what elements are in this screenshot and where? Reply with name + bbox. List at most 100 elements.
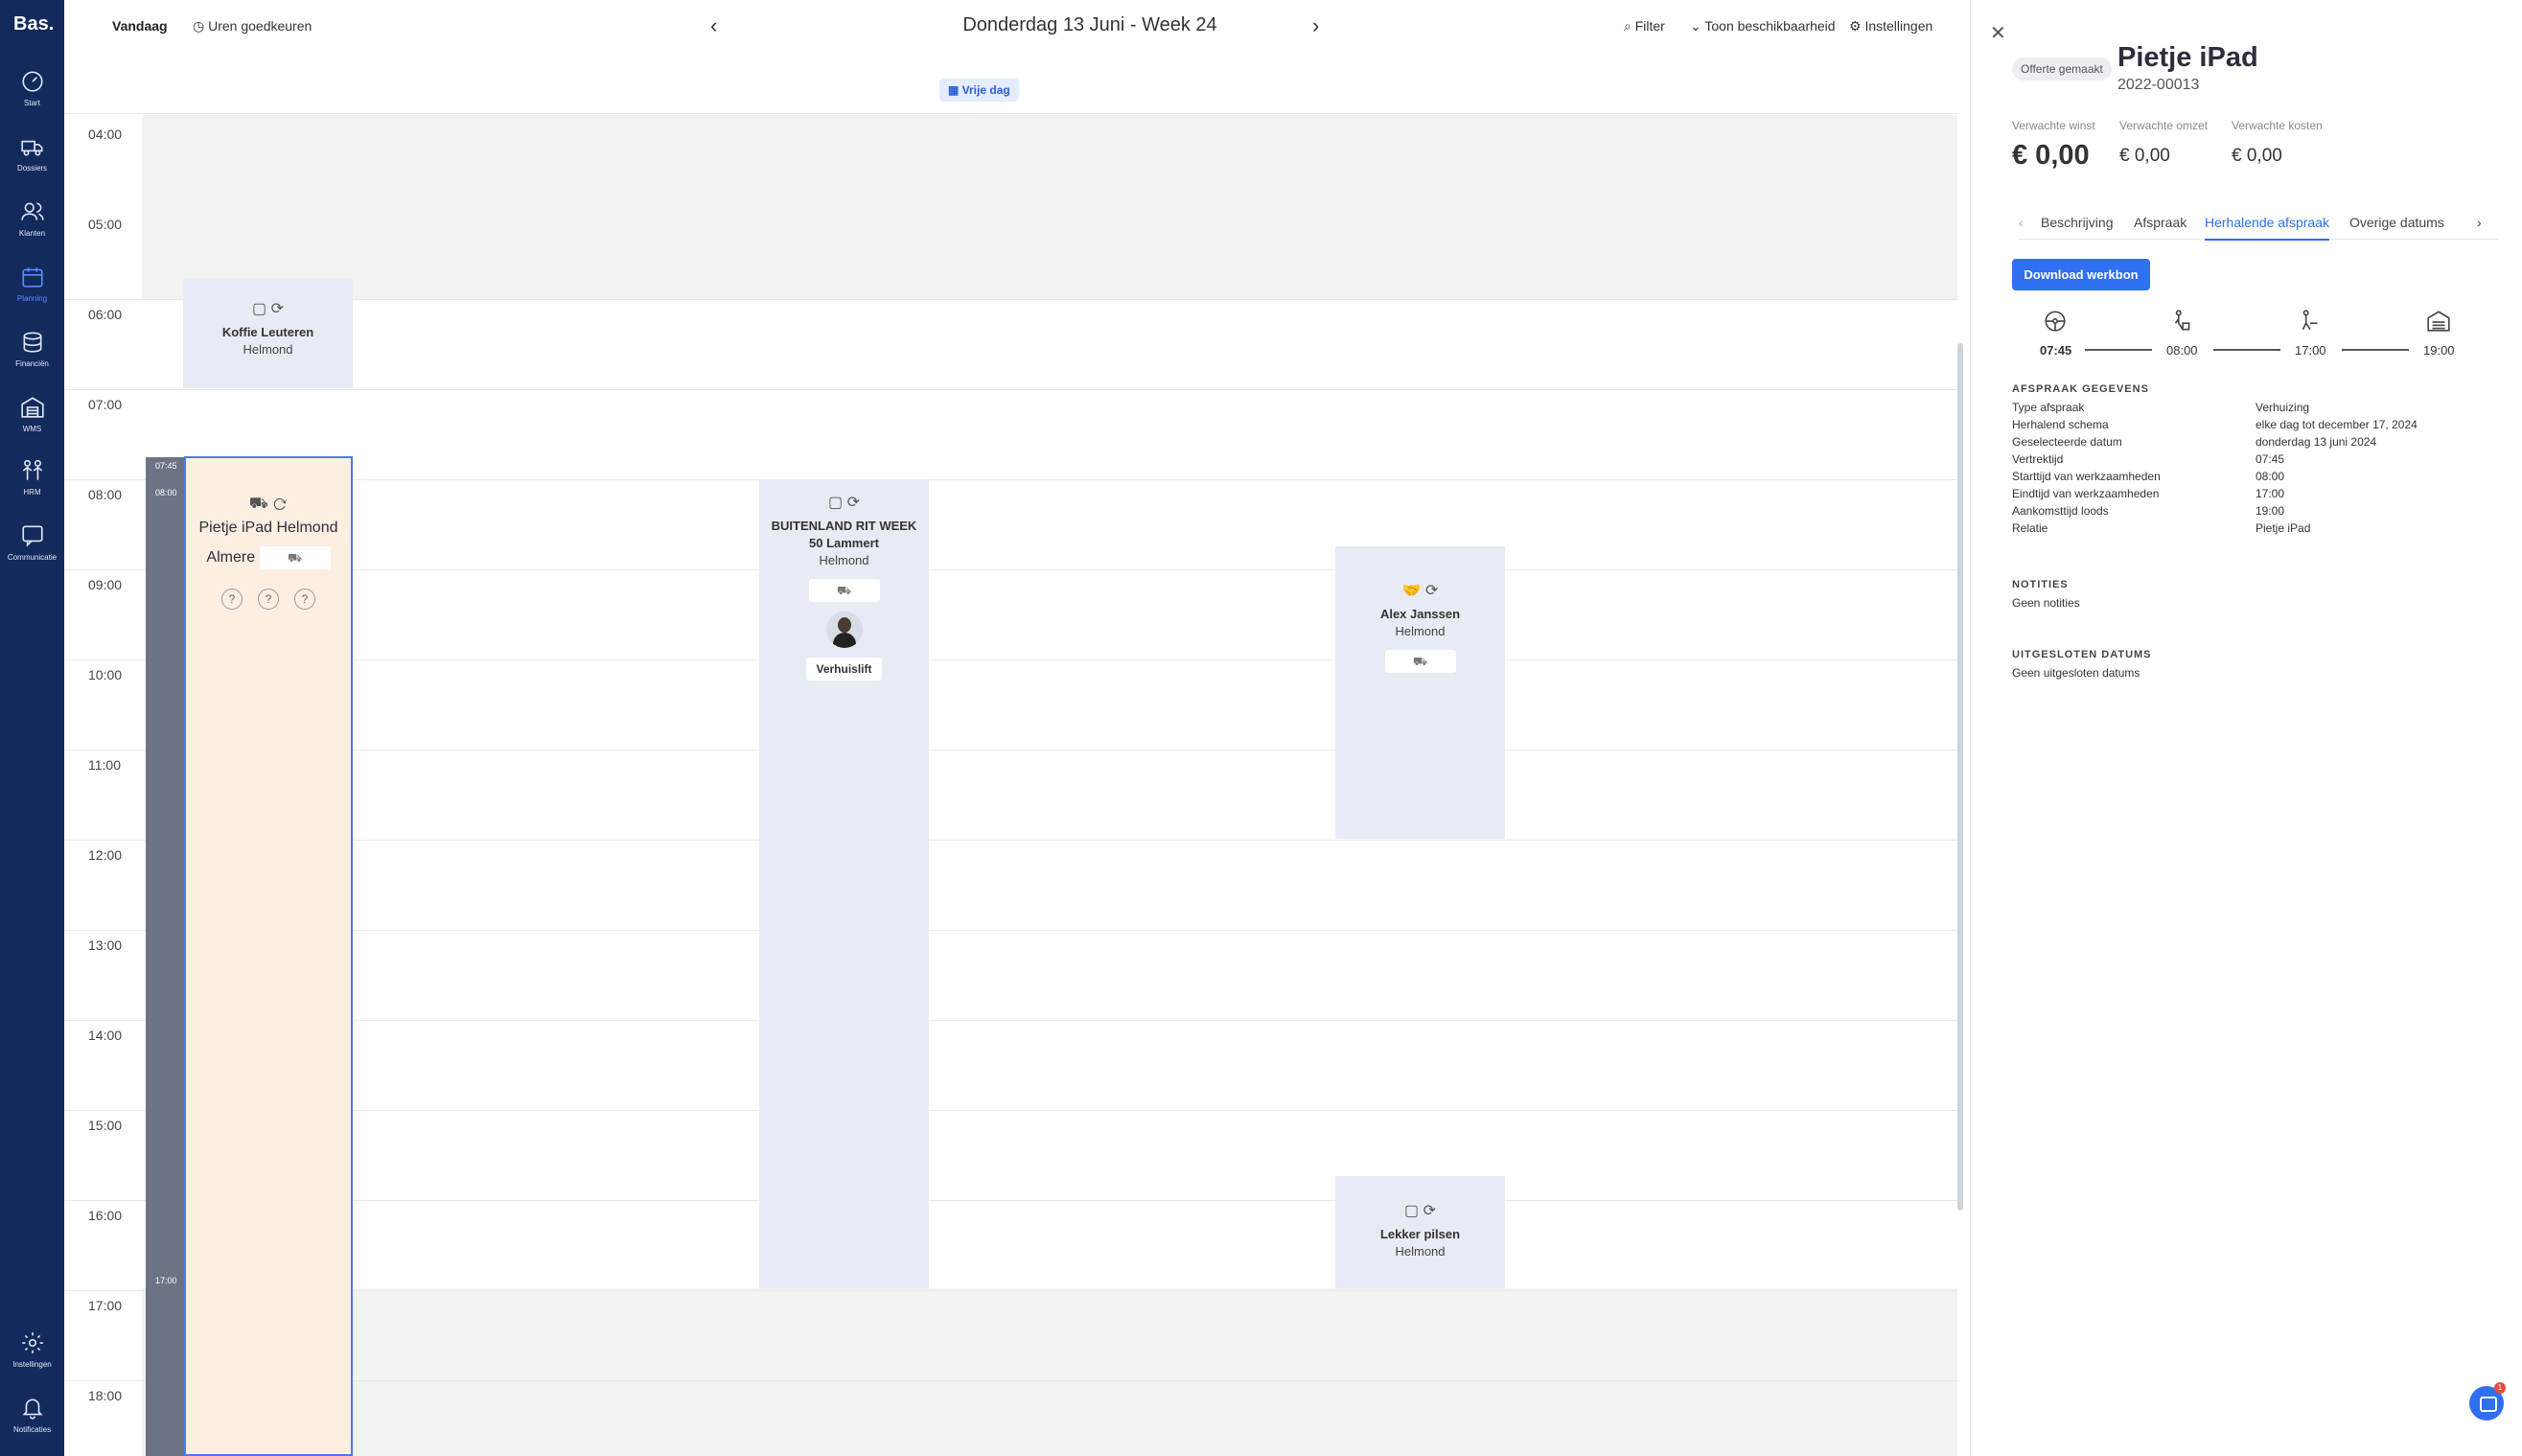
notes-value: Geen notities — [2012, 596, 2080, 610]
sidebar-item-communicatie[interactable]: Communicatie — [0, 523, 64, 562]
detail-value: Verhuizing — [2256, 401, 2310, 414]
sidebar-item-klanten[interactable]: Klanten — [0, 199, 64, 238]
warehouse-icon — [2427, 311, 2450, 332]
people-icon — [22, 459, 42, 480]
tab-beschrijving[interactable]: Beschrijving — [2041, 215, 2113, 230]
timeline-end: 17:00 — [2295, 343, 2326, 358]
event-title: Koffie Leuteren — [221, 325, 314, 339]
gauge-icon — [21, 71, 43, 92]
tab-overige-datums[interactable]: Overige datums — [2349, 215, 2444, 230]
truck-icon: ⛟ — [836, 584, 852, 597]
coins-icon — [23, 332, 41, 353]
planner-scrollbar[interactable] — [1957, 343, 1963, 1211]
hour-label: 04:00 — [88, 127, 123, 142]
app-logo[interactable]: Bas. — [13, 13, 54, 35]
hour-label: 13:00 — [88, 937, 123, 953]
availability-label: Toon beschikbaarheid — [1704, 18, 1836, 34]
sidebar-item-wms[interactable]: WMS — [0, 395, 64, 433]
previous-day-button[interactable]: ‹ — [710, 13, 717, 38]
hour-label: 07:00 — [88, 397, 123, 412]
sidebar-item-label: Dossiers — [16, 164, 48, 173]
event-lekker-pilsen[interactable]: ▢ ⟳ Lekker pilsen Helmond — [1335, 1176, 1505, 1288]
event-koffie-leuteren[interactable]: ▢ ⟳ Koffie Leuteren Helmond — [183, 278, 353, 388]
clock-icon: ◷ — [193, 18, 209, 34]
unassigned-staff-icon[interactable]: ? — [258, 589, 279, 610]
approve-hours-label: Uren goedkeuren — [208, 18, 312, 34]
sidebar-item-label: Start — [24, 99, 40, 107]
settings-button[interactable]: ⚙ Instellingen — [1849, 18, 1932, 35]
vehicle-slot[interactable]: ⛟ — [808, 579, 880, 602]
sidebar-item-label: Instellingen — [12, 1360, 52, 1369]
sidebar-item-hrm[interactable]: HRM — [0, 458, 64, 497]
event-city: Helmond — [1395, 624, 1446, 638]
event-buitenland-rit[interactable]: ▢ ⟳ BUITENLAND RIT WEEK 50 Lammert Helmo… — [759, 479, 929, 1288]
excluded-dates-heading: UITGESLOTEN DATUMS — [2012, 649, 2152, 660]
next-day-button[interactable]: › — [1312, 13, 1319, 38]
verhuislift-tag[interactable]: Verhuislift — [806, 658, 882, 681]
hour-label: 15:00 — [88, 1118, 123, 1133]
metric-label: Verwachte omzet — [2119, 119, 2209, 132]
detail-label: Type afspraak — [2012, 401, 2085, 414]
detail-label: Geselecteerde datum — [2012, 435, 2122, 449]
depart-time: 07:45 — [155, 461, 177, 471]
start-time: 08:00 — [155, 488, 177, 497]
event-alex-janssen[interactable]: 🤝 ⟳ Alex Janssen Helmond ⛟ — [1335, 546, 1505, 839]
metric-label: Verwachte winst — [2012, 119, 2095, 132]
detail-value: donderdag 13 juni 2024 — [2256, 435, 2377, 449]
hour-label: 08:00 — [88, 487, 123, 502]
end-time: 17:00 — [155, 1276, 177, 1285]
download-workorder-button[interactable]: Download werkbon — [2012, 259, 2150, 290]
availability-toggle[interactable]: ⌄ Toon beschikbaarheid — [1690, 18, 1836, 35]
sidebar-item-notificaties[interactable]: Notificaties — [0, 1396, 64, 1434]
topbar: Vandaag ◷ Uren goedkeuren ‹ Donderdag 13… — [64, 0, 1970, 53]
unassigned-staff-icon[interactable]: ? — [294, 589, 315, 610]
metric-value: € 0,00 — [2232, 146, 2282, 166]
hour-label: 09:00 — [88, 577, 123, 592]
tabs-scroll-left[interactable]: ‹ — [2019, 215, 2024, 230]
today-button[interactable]: Vandaag — [112, 18, 168, 34]
bell-icon — [21, 1398, 43, 1420]
detail-label: Herhalend schema — [2012, 418, 2109, 431]
vehicle-slot[interactable]: ⛟ — [259, 546, 331, 569]
sidebar-item-label: HRM — [23, 488, 41, 497]
detail-label: Aankomsttijd loods — [2012, 504, 2109, 518]
metric-value: € 0,00 — [2119, 146, 2170, 166]
date-title: Donderdag 13 Juni - Week 24 — [962, 14, 1217, 35]
sidebar-item-instellingen[interactable]: Instellingen — [0, 1330, 64, 1369]
tab-afspraak[interactable]: Afspraak — [2134, 215, 2187, 230]
truck-recurring-icon: ⛟ ⟳ — [248, 496, 289, 512]
approve-hours-button[interactable]: ◷ Uren goedkeuren — [193, 18, 312, 35]
sidebar-item-financien[interactable]: Financiën — [0, 330, 64, 368]
sidebar-item-start[interactable]: Start — [0, 69, 64, 107]
chevron-down-icon: ⌄ — [1690, 18, 1705, 34]
sidebar-item-label: Notificaties — [12, 1425, 52, 1434]
recurring-calendar-icon: ▢ ⟳ — [828, 495, 860, 511]
event-city: Helmond — [1395, 1244, 1446, 1259]
excluded-dates-value: Geen uitgesloten datums — [2012, 666, 2140, 680]
event-title: BUITENLAND RIT WEEK 50 Lammert — [771, 519, 917, 550]
sidebar-item-label: Financiën — [15, 359, 49, 368]
status-badge: Offerte gemaakt — [2012, 58, 2112, 81]
sidebar-item-label: Communicatie — [7, 553, 58, 562]
event-city: Helmond — [276, 520, 338, 536]
filter-button[interactable]: ⌕ Filter — [1624, 18, 1665, 35]
loading-worker-icon — [2174, 310, 2190, 331]
settings-label: Instellingen — [1864, 18, 1933, 34]
free-day-badge[interactable]: ▦ Vrije dag — [939, 79, 1019, 102]
hour-label: 14:00 — [88, 1028, 123, 1043]
notes-heading: NOTITIES — [2012, 579, 2069, 590]
details-heading: AFSPRAAK GEGEVENS — [2012, 383, 2149, 395]
event-pietje-ipad[interactable]: ⛟ ⟳ Pietje iPad Helmond Almere ⛟ ??? — [184, 456, 353, 1456]
unassigned-staff-icon[interactable]: ? — [221, 589, 243, 610]
close-icon[interactable]: ✕ — [1990, 21, 2006, 45]
employee-avatar[interactable] — [825, 612, 863, 648]
sidebar-item-dossiers[interactable]: Dossiers — [0, 134, 64, 173]
event-title: Pietje iPad — [198, 520, 273, 536]
vehicle-slot[interactable]: ⛟ — [1384, 650, 1456, 673]
sidebar-item-planning[interactable]: Planning — [0, 265, 64, 303]
hour-label: 11:00 — [88, 757, 121, 773]
hour-label: 16:00 — [88, 1208, 123, 1223]
chat-icon — [21, 525, 43, 547]
tab-herhalende-afspraak[interactable]: Herhalende afspraak — [2205, 215, 2329, 241]
tabs-scroll-right[interactable]: › — [2477, 215, 2482, 230]
